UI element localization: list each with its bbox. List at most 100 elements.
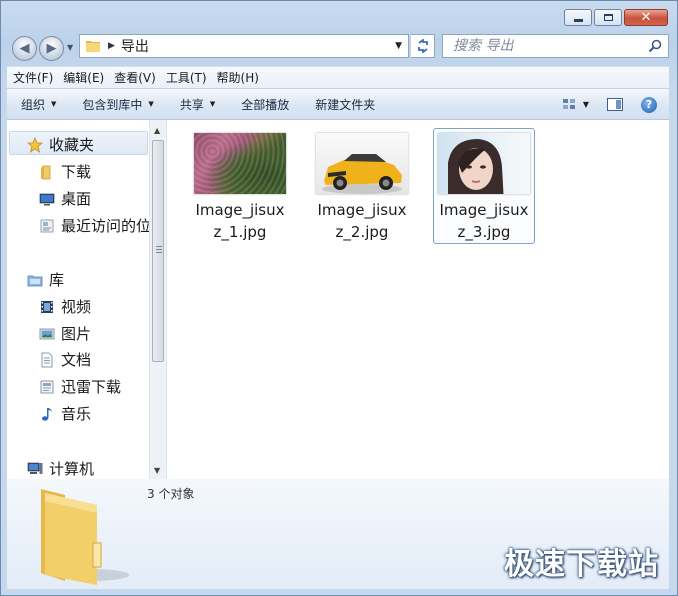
search-icon — [648, 39, 662, 53]
download-folder-icon — [39, 164, 55, 180]
nav-item-label: 音乐 — [61, 405, 92, 423]
preview-pane-icon[interactable] — [607, 98, 623, 111]
music-icon — [39, 406, 55, 422]
address-dropdown-icon[interactable]: ▼ — [395, 41, 402, 51]
file-list: Image_jisuxz_1.jpg Image_jisuxz_2.jpg Im… — [167, 120, 669, 479]
recent-pages-dropdown[interactable]: ▼ — [67, 43, 73, 52]
nav-item-videos[interactable]: 视频 — [39, 296, 91, 317]
menu-bar: 文件(F) 编辑(E) 查看(V) 工具(T) 帮助(H) — [7, 66, 669, 89]
navigation-pane: 收藏夹 下载 桌面 最近访问的位 库 视频 图片 文档 迅雷下载 音乐 计算机 … — [7, 120, 167, 479]
nav-item-label: 下载 — [61, 163, 92, 181]
view-controls: ▼ ? — [562, 89, 669, 120]
window-controls: ✕ — [562, 9, 668, 26]
star-icon — [26, 136, 44, 153]
view-options-dropdown-icon[interactable]: ▼ — [583, 100, 589, 109]
nav-item-label: 桌面 — [61, 190, 92, 208]
share-label: 共享 — [179, 97, 204, 112]
change-view-icon[interactable] — [562, 98, 577, 111]
chevron-down-icon: ▼ — [51, 100, 57, 108]
pictures-icon — [39, 326, 55, 342]
minimize-icon — [573, 18, 583, 22]
menu-edit[interactable]: 编辑(E) — [63, 69, 104, 86]
nav-libraries[interactable]: 库 — [27, 269, 64, 290]
nav-item-music[interactable]: 音乐 — [39, 403, 91, 424]
yellow-suv-thumbnail — [316, 133, 408, 194]
menu-tools[interactable]: 工具(T) — [166, 69, 207, 86]
organize-button[interactable]: 组织 ▼ — [21, 96, 56, 113]
maximize-icon — [603, 14, 613, 21]
nav-item-label: 图片 — [61, 325, 92, 343]
nav-libraries-label: 库 — [49, 271, 65, 289]
computer-icon — [27, 461, 43, 477]
play-all-label: 全部播放 — [241, 97, 290, 112]
minimize-button[interactable] — [564, 9, 592, 26]
grip-icon — [156, 246, 162, 255]
close-button[interactable]: ✕ — [624, 9, 668, 26]
play-all-button[interactable]: 全部播放 — [241, 96, 289, 113]
breadcrumb-separator-icon[interactable]: ▶ — [108, 41, 115, 51]
pink-green-flower-thumbnail — [194, 133, 286, 194]
documents-icon — [39, 352, 55, 368]
file-name: Image_jisuxz_1.jpg — [195, 201, 285, 241]
command-bar: 组织 ▼ 包含到库中 ▼ 共享 ▼ 全部播放 新建文件夹 ▼ ? — [7, 89, 669, 120]
nav-item-documents[interactable]: 文档 — [39, 349, 91, 370]
chevron-down-icon: ▼ — [148, 100, 154, 108]
nav-favorites[interactable]: 收藏夹 — [26, 134, 95, 155]
refresh-icon — [417, 39, 428, 53]
desktop-icon — [39, 191, 55, 207]
scroll-up-arrow-icon[interactable]: ▲ — [154, 126, 160, 135]
recent-places-icon — [39, 218, 55, 234]
nav-favorites-label: 收藏夹 — [49, 136, 95, 154]
file-name: Image_jisuxz_2.jpg — [317, 201, 407, 241]
maximize-button[interactable] — [594, 9, 622, 26]
help-icon[interactable]: ? — [641, 96, 657, 113]
back-button[interactable]: ◀ — [12, 36, 37, 61]
refresh-button[interactable] — [411, 34, 435, 58]
forward-button[interactable]: ▶ — [39, 36, 64, 61]
menu-file[interactable]: 文件(F) — [13, 69, 53, 86]
nav-item-label: 视频 — [61, 298, 92, 316]
file-item[interactable]: Image_jisuxz_2.jpg — [311, 128, 413, 244]
nav-item-recent-places[interactable]: 最近访问的位 — [39, 215, 151, 236]
include-in-library-label: 包含到库中 — [82, 97, 143, 112]
back-arrow-icon: ◀ — [19, 41, 30, 56]
libraries-icon — [27, 272, 43, 288]
organize-label: 组织 — [21, 97, 46, 112]
share-button[interactable]: 共享 ▼ — [180, 96, 215, 113]
chevron-down-icon: ▼ — [209, 100, 216, 108]
nav-item-label: 文档 — [61, 351, 92, 369]
file-item[interactable]: Image_jisuxz_1.jpg — [189, 128, 291, 244]
nav-item-label: 最近访问的位 — [61, 217, 152, 235]
nav-item-label: 迅雷下载 — [61, 378, 122, 396]
search-box[interactable] — [442, 34, 669, 58]
nav-item-desktop[interactable]: 桌面 — [39, 188, 91, 209]
watermark-logo: 极速下载站 — [504, 547, 659, 582]
breadcrumb-current[interactable]: 导出 — [121, 36, 149, 56]
scroll-down-arrow-icon[interactable]: ▼ — [154, 466, 160, 475]
file-item-selected[interactable]: Image_jisuxz_3.jpg — [433, 128, 535, 244]
nav-computer-label: 计算机 — [49, 460, 95, 478]
portrait-thumbnail — [438, 133, 530, 194]
nav-item-downloads[interactable]: 下载 — [39, 161, 91, 182]
video-icon — [39, 299, 55, 315]
folder-icon — [31, 481, 131, 585]
address-bar[interactable]: ▶ 导出 ▼ — [79, 34, 409, 58]
item-count: 3 个对象 — [147, 487, 195, 501]
folder-icon — [86, 40, 100, 52]
explorer-window: ✕ ◀ ▶ ▼ ▶ 导出 ▼ 文件(F) 编辑(E) 查看(V) 工具(T) 帮… — [0, 0, 678, 596]
search-input[interactable] — [443, 35, 643, 57]
menu-view[interactable]: 查看(V) — [114, 69, 156, 86]
thunder-download-icon — [39, 379, 55, 395]
new-folder-button[interactable]: 新建文件夹 — [315, 96, 375, 113]
include-in-library-button[interactable]: 包含到库中 ▼ — [82, 96, 153, 113]
forward-arrow-icon: ▶ — [46, 41, 57, 56]
nav-scrollbar[interactable]: ▲ ▼ — [149, 120, 166, 479]
menu-help[interactable]: 帮助(H) — [217, 69, 259, 86]
content-area: 收藏夹 下载 桌面 最近访问的位 库 视频 图片 文档 迅雷下载 音乐 计算机 … — [7, 120, 669, 480]
nav-computer[interactable]: 计算机 — [27, 458, 94, 479]
file-name: Image_jisuxz_3.jpg — [439, 201, 529, 241]
nav-item-thunder-downloads[interactable]: 迅雷下载 — [39, 376, 121, 397]
nav-item-pictures[interactable]: 图片 — [39, 323, 91, 344]
new-folder-label: 新建文件夹 — [315, 97, 376, 112]
nav-scrollbar-thumb[interactable] — [152, 140, 164, 362]
